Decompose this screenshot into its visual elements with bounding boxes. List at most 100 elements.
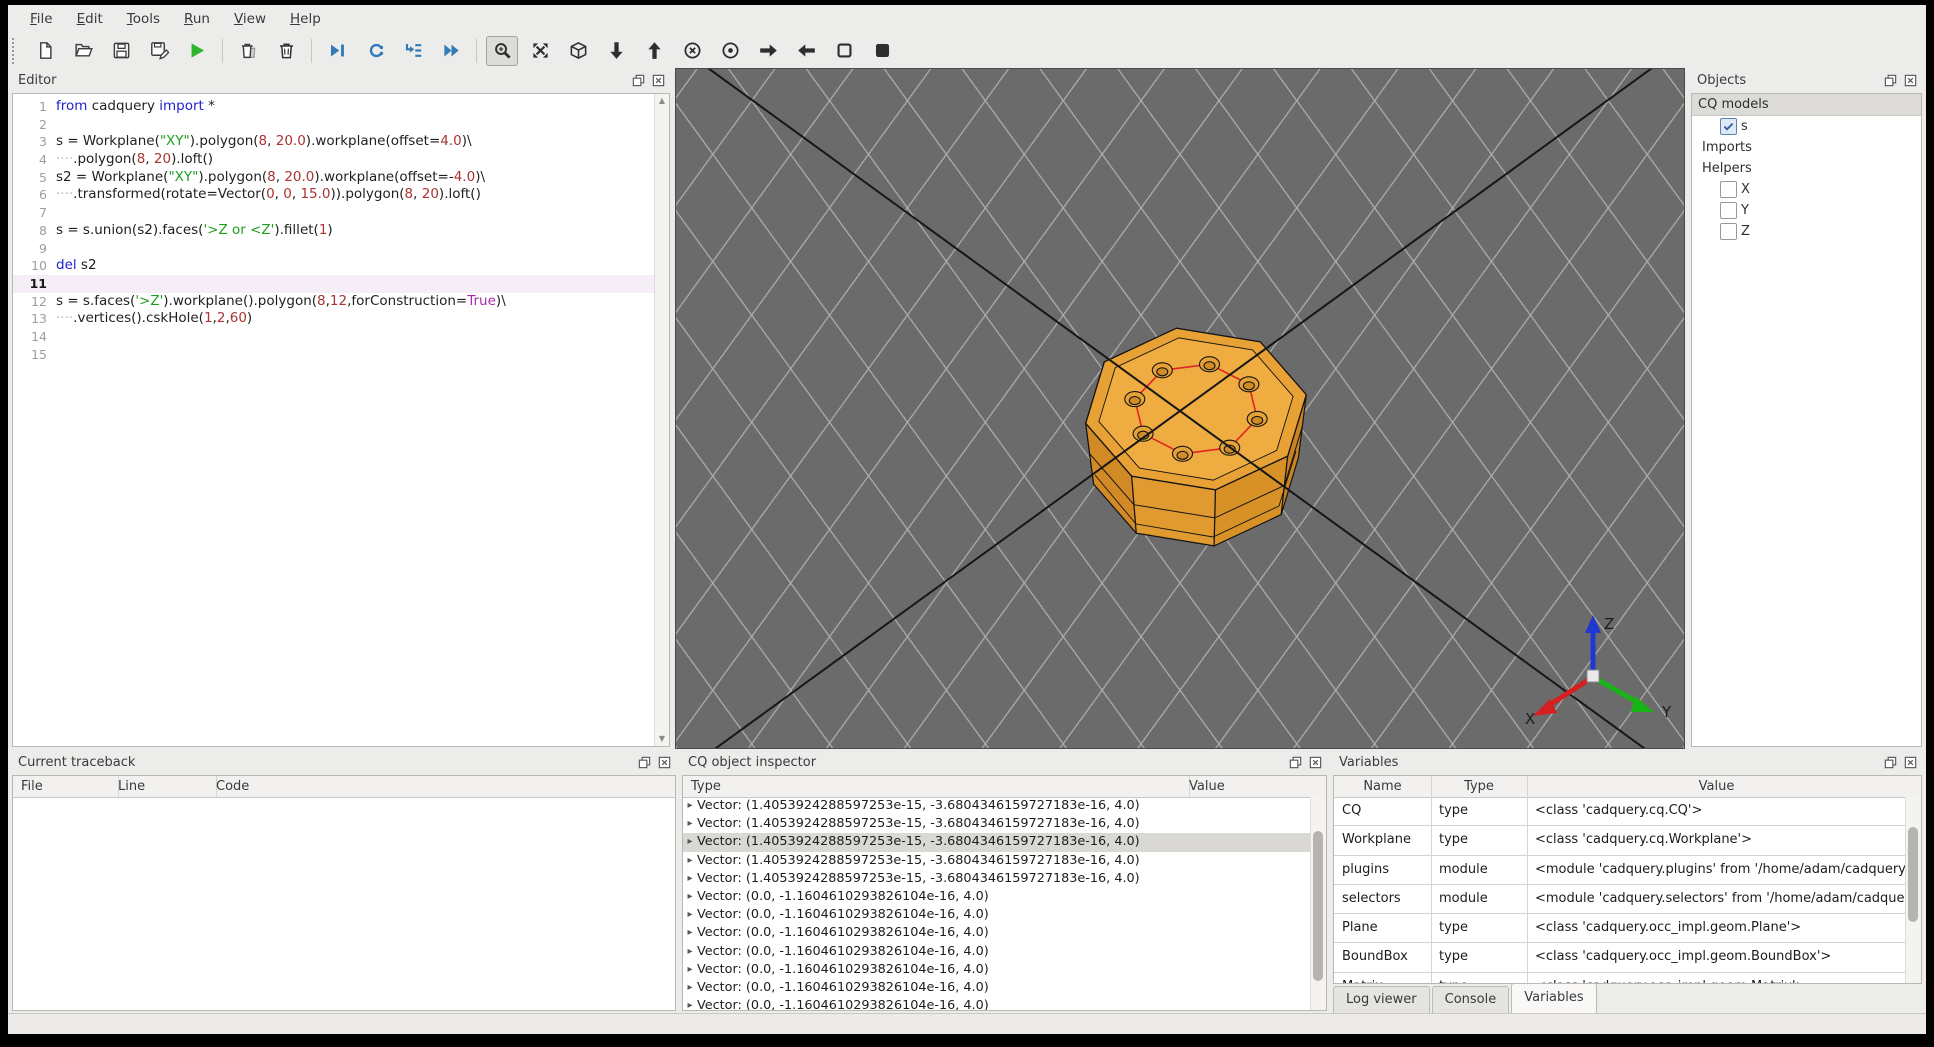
new-file-button[interactable]	[29, 36, 61, 66]
step-into-button[interactable]	[397, 36, 429, 66]
save-button[interactable]	[105, 36, 137, 66]
tree-item-z[interactable]: Z	[1692, 221, 1921, 242]
variable-row-boundbox[interactable]: BoundBox type <class 'cadquery.occ_impl.ge…	[1334, 943, 1906, 973]
close-icon[interactable]	[651, 73, 666, 88]
tree-group-cq-models[interactable]: CQ models	[1692, 94, 1921, 116]
inspector-row[interactable]: ▸ Vector: (0.0, -1.1604610293826104e-16, …	[683, 924, 1311, 942]
expand-arrow-icon[interactable]: ▸	[683, 997, 697, 1010]
shaded-view-button[interactable]	[866, 36, 898, 66]
expand-arrow-icon[interactable]: ▸	[683, 906, 697, 924]
variables-col-name[interactable]: Name	[1334, 776, 1432, 797]
inspector-row[interactable]: ▸ Vector: (0.0, -1.1604610293826104e-16, …	[683, 943, 1311, 961]
code-line-4[interactable]: 4 ···· .polygon(8, 20).loft()	[13, 151, 669, 169]
inspector-row[interactable]: ▸ Vector: (0.0, -1.1604610293826104e-16, …	[683, 961, 1311, 979]
code-line-6[interactable]: 6 ···· .transformed(rotate=Vector(0, 0, 15…	[13, 186, 669, 204]
expand-arrow-icon[interactable]: ▸	[683, 870, 697, 888]
iso-view-button[interactable]	[562, 36, 594, 66]
variable-row-plugins[interactable]: plugins module <module 'cadquery.plugins' …	[1334, 855, 1906, 885]
code-line-1[interactable]: 1 from cadquery import *	[13, 98, 669, 116]
traceback-col-file[interactable]: File	[13, 776, 119, 797]
inspector-row[interactable]: ▸ Vector: (1.4053924288597253e-15, -3.680…	[683, 852, 1311, 870]
render-button[interactable]	[181, 36, 213, 66]
right-view-button[interactable]	[790, 36, 822, 66]
z-checkbox[interactable]	[1720, 223, 1737, 240]
tab-log-viewer[interactable]: Log viewer	[1333, 986, 1430, 1013]
debug-button[interactable]	[321, 36, 353, 66]
close-icon[interactable]	[1308, 755, 1323, 770]
tab-variables[interactable]: Variables	[1511, 983, 1597, 1013]
y-checkbox[interactable]	[1720, 202, 1737, 219]
expand-arrow-icon[interactable]: ▸	[683, 943, 697, 961]
tree-item-imports[interactable]: Imports	[1692, 137, 1921, 158]
delete-all-button[interactable]	[270, 36, 302, 66]
toolbar-drag-handle[interactable]	[12, 37, 22, 64]
float-icon[interactable]	[631, 73, 646, 88]
tree-item-s[interactable]: s	[1692, 116, 1921, 137]
inspector-row[interactable]: ▸ Vector: (0.0, -1.1604610293826104e-16, …	[683, 979, 1311, 997]
x-checkbox[interactable]	[1720, 181, 1737, 198]
inspector-row[interactable]: ▸ Vector: (0.0, -1.1604610293826104e-16, …	[683, 906, 1311, 924]
code-line-7[interactable]: 7	[13, 204, 669, 222]
code-line-5[interactable]: 5 s2 = Workplane("XY").polygon(8, 20.0).w…	[13, 169, 669, 187]
close-icon[interactable]	[1903, 73, 1918, 88]
front-view-button[interactable]	[676, 36, 708, 66]
expand-arrow-icon[interactable]: ▸	[683, 815, 697, 833]
editor-code-area[interactable]: 1 from cadquery import * 2 3 s = Workplane("…	[12, 93, 670, 747]
inspector-col-value[interactable]: Value	[1181, 776, 1311, 797]
editor-scrollbar[interactable]: ▲ ▼	[654, 94, 669, 746]
menu-edit[interactable]: Edit	[65, 7, 115, 31]
menu-help[interactable]: Help	[278, 7, 333, 31]
expand-view-button[interactable]	[524, 36, 556, 66]
variables-scrollbar[interactable]	[1905, 797, 1921, 983]
inspector-row[interactable]: ▸ Vector: (0.0, -1.1604610293826104e-16, …	[683, 888, 1311, 906]
code-line-15[interactable]: 15	[13, 346, 669, 364]
inspector-row[interactable]: ▸ Vector: (1.4053924288597253e-15, -3.680…	[683, 870, 1311, 888]
fit-view-button[interactable]	[486, 35, 518, 66]
code-line-9[interactable]: 9	[13, 240, 669, 258]
code-line-11[interactable]: 11	[13, 274, 669, 293]
menu-tools[interactable]: Tools	[115, 7, 172, 31]
variable-row-selectors[interactable]: selectors module <module 'cadquery.selecto…	[1334, 884, 1906, 915]
expand-arrow-icon[interactable]: ▸	[683, 961, 697, 979]
3d-viewport[interactable]: Z X Y	[675, 68, 1685, 749]
inspector-row[interactable]: ▸ Vector: (1.4053924288597253e-15, -3.680…	[683, 815, 1311, 833]
expand-arrow-icon[interactable]: ▸	[683, 924, 697, 942]
back-view-button[interactable]	[714, 36, 746, 66]
menu-view[interactable]: View	[222, 7, 278, 31]
traceback-col-code[interactable]: Code	[208, 776, 675, 797]
variable-row-plane[interactable]: Plane type <class 'cadquery.occ_impl.geom.…	[1334, 914, 1906, 944]
code-line-12[interactable]: 12 s = s.faces('>Z').workplane().polygon(…	[13, 293, 669, 311]
open-file-button[interactable]	[67, 36, 99, 66]
inspector-col-type[interactable]: Type	[683, 776, 1190, 797]
expand-arrow-icon[interactable]: ▸	[683, 979, 697, 997]
tree-item-helpers[interactable]: Helpers	[1692, 158, 1921, 179]
cad-model-octagon-puck[interactable]	[1066, 309, 1336, 559]
float-icon[interactable]	[637, 755, 652, 770]
step-over-button[interactable]	[359, 36, 391, 66]
expand-arrow-icon[interactable]: ▸	[683, 797, 697, 815]
bottom-view-button[interactable]	[638, 36, 670, 66]
float-icon[interactable]	[1883, 755, 1898, 770]
code-line-2[interactable]: 2	[13, 116, 669, 134]
tree-item-x[interactable]: X	[1692, 179, 1921, 200]
code-line-14[interactable]: 14	[13, 328, 669, 346]
expand-arrow-icon[interactable]: ▸	[683, 833, 697, 851]
left-view-button[interactable]	[752, 36, 784, 66]
delete-current-button[interactable]	[232, 36, 264, 66]
inspector-scrollbar[interactable]	[1310, 797, 1326, 1010]
variable-row-workplane[interactable]: Workplane type <class 'cadquery.cq.Workpla…	[1334, 826, 1906, 856]
code-line-8[interactable]: 8s = s.union(s2).faces('>Z or <Z').fille…	[13, 222, 669, 240]
save-as-button[interactable]	[143, 36, 175, 66]
variables-col-value[interactable]: Value	[1527, 776, 1906, 797]
variable-row-cq[interactable]: CQ type <class 'cadquery.cq.CQ'>	[1334, 797, 1906, 827]
code-line-3[interactable]: 3s = Workplane("XY").polygon(8, 20.0).wo…	[13, 133, 669, 151]
variables-col-type[interactable]: Type	[1431, 776, 1528, 797]
close-icon[interactable]	[657, 755, 672, 770]
tree-item-y[interactable]: Y	[1692, 200, 1921, 221]
inspector-row[interactable]: ▸ Vector: (0.0, -1.1604610293826104e-16, …	[683, 997, 1311, 1010]
code-line-10[interactable]: 10 del s2	[13, 257, 669, 275]
float-icon[interactable]	[1288, 755, 1303, 770]
continue-button[interactable]	[435, 36, 467, 66]
inspector-row[interactable]: ▸ Vector: (1.4053924288597253e-15, -3.680…	[683, 797, 1311, 815]
close-icon[interactable]	[1903, 755, 1918, 770]
